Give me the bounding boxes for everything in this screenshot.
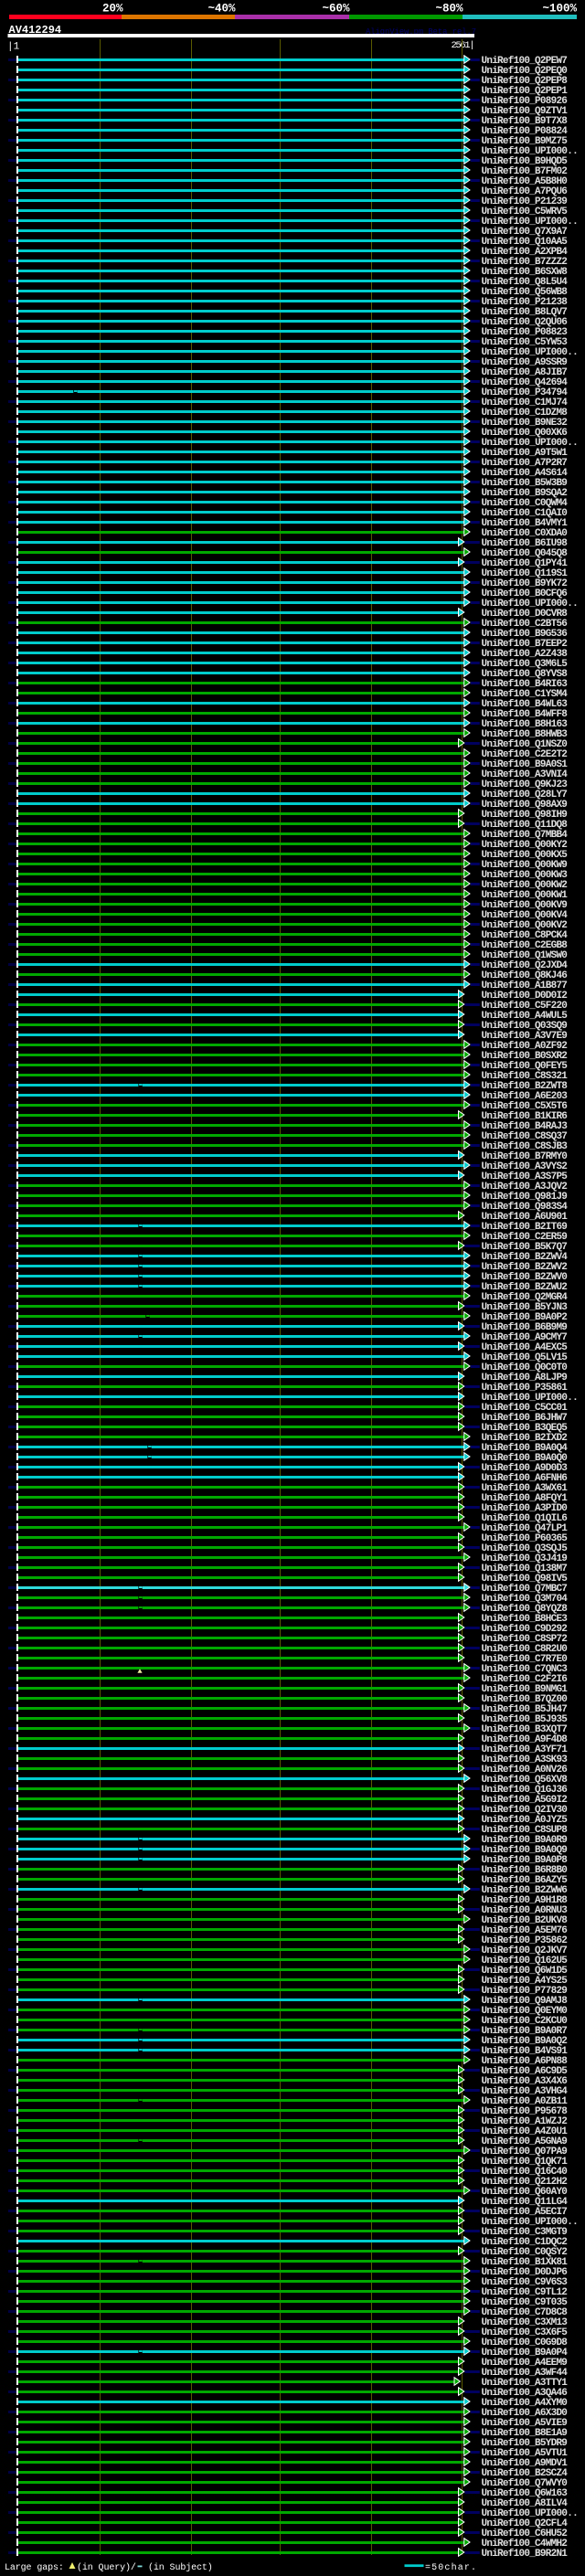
svg-text:(in Query)/: (in Query)/ <box>77 2562 136 2573</box>
svg-text:~40%: ~40% <box>207 2 236 15</box>
svg-text:Large gaps:: Large gaps: <box>5 2563 69 2573</box>
svg-text:~60%: ~60% <box>322 2 350 15</box>
svg-text:|1: |1 <box>7 42 20 53</box>
svg-text:~100%: ~100% <box>542 2 577 15</box>
svg-text:~80%: ~80% <box>435 2 463 15</box>
svg-text:2561|: 2561| <box>452 40 475 51</box>
svg-text:=50char.: =50char. <box>425 2562 476 2573</box>
svg-text:20%: 20% <box>102 2 123 15</box>
svg-text:(in Subject): (in Subject) <box>148 2562 213 2573</box>
svg-text:UniRef100_B9R2N1: UniRef100_B9R2N1 <box>482 2549 569 2560</box>
